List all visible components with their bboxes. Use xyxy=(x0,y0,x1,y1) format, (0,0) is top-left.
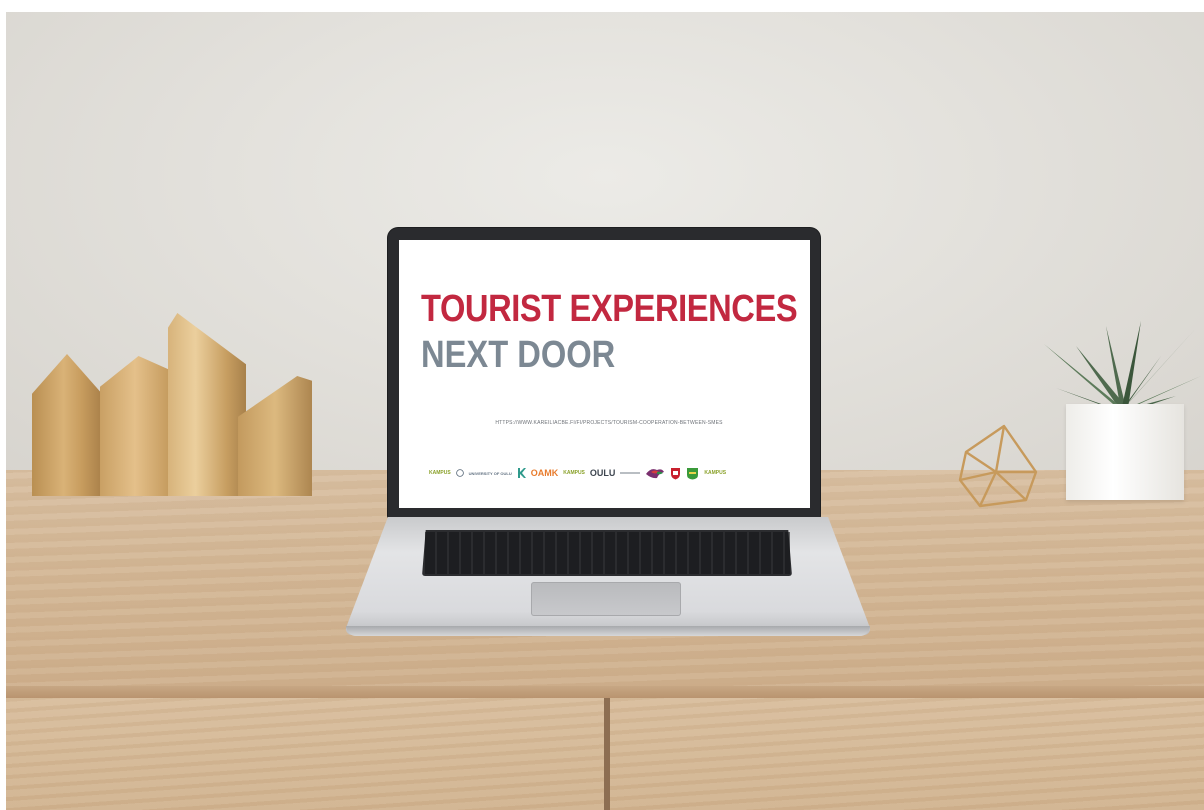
geometric-ornament xyxy=(958,424,1038,508)
logo-kampus-2: KAMPUS xyxy=(563,470,585,476)
drawer-right xyxy=(610,698,1204,810)
plant-icon xyxy=(1044,321,1201,413)
desk-edge xyxy=(6,686,1204,698)
partner-logos: KAMPUS UNIVERSITY OF OULU OAMK KAMPUS OU… xyxy=(429,462,789,484)
logo-oulu: OULU xyxy=(589,468,616,478)
university-seal-icon xyxy=(455,469,464,477)
green-shield-icon xyxy=(687,467,699,479)
red-shield-icon xyxy=(671,467,681,479)
keyboard-keys xyxy=(424,532,790,574)
screen-url: HTTPS://WWW.KAREILIACBE.FI/FI/PROJECTS/T… xyxy=(495,420,723,426)
logo-kampus-1: KAMPUS xyxy=(429,470,451,476)
plant-pot xyxy=(1066,404,1184,500)
k-logo-icon xyxy=(517,468,526,478)
top-border xyxy=(0,0,1204,12)
laptop-front-edge xyxy=(346,626,870,636)
desk-scene: TOURIST EXPERIENCES NEXT DOOR HTTPS://WW… xyxy=(0,0,1204,810)
drawer-left xyxy=(6,698,604,810)
screen-title: TOURIST EXPERIENCES xyxy=(421,288,798,330)
logo-oamk: OAMK xyxy=(530,468,559,478)
colorful-bird-logo-icon xyxy=(646,469,665,479)
logo-university-of-oulu: UNIVERSITY OF OULU xyxy=(468,470,512,476)
logo-kampus-3: KAMPUS xyxy=(704,470,727,476)
small-text-logo-icon xyxy=(620,472,641,474)
laptop-trackpad xyxy=(531,582,681,616)
laptop-screen: TOURIST EXPERIENCES NEXT DOOR HTTPS://WW… xyxy=(399,240,810,508)
screen-subtitle: NEXT DOOR xyxy=(421,334,616,376)
